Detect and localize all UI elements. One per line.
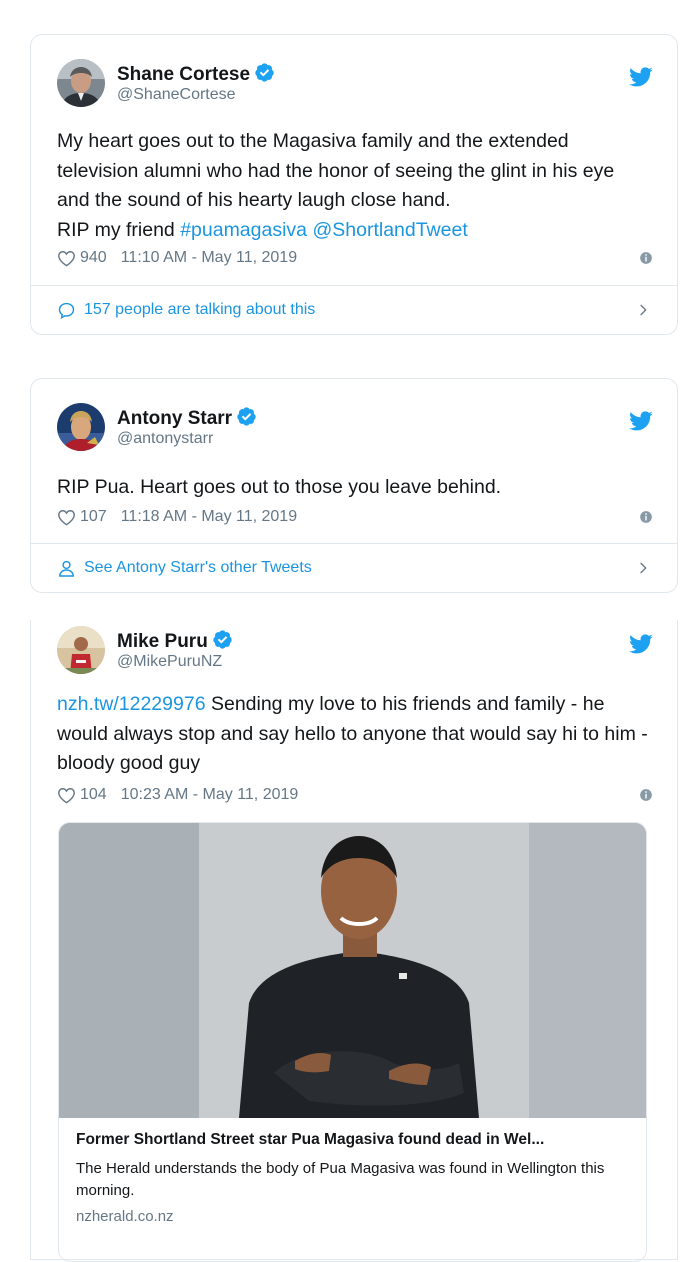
tweet-meta: 104 10:23 AM - May 11, 2019: [57, 783, 653, 807]
tweet-card[interactable]: Shane Cortese @ShaneCortese My heart goe…: [30, 34, 678, 335]
tweet-timestamp[interactable]: 11:18 AM - May 11, 2019: [121, 508, 297, 526]
avatar[interactable]: [57, 626, 105, 674]
twitter-bird-icon[interactable]: [629, 65, 653, 89]
other-tweets-link-text[interactable]: See Antony Starr's other Tweets: [84, 559, 312, 577]
conversation-link[interactable]: 157 people are talking about this: [31, 285, 677, 334]
tweet-text: My heart goes out to the Magasiva family…: [57, 127, 653, 245]
speech-bubble-icon: [57, 301, 76, 320]
tweet-timestamp[interactable]: 10:23 AM - May 11, 2019: [121, 786, 299, 804]
tweet-card[interactable]: Mike Puru @MikePuruNZ nzh.tw/12229976 Se…: [30, 620, 678, 1262]
info-icon[interactable]: [639, 788, 653, 802]
card-title[interactable]: Former Shortland Street star Pua Magasiv…: [76, 1131, 629, 1149]
other-tweets-link[interactable]: See Antony Starr's other Tweets: [31, 543, 677, 592]
tweet-text: RIP Pua. Heart goes out to those you lea…: [57, 476, 502, 498]
hashtag-link[interactable]: #puamagasiva: [180, 219, 307, 241]
tweet-text-line: RIP my friend #puamagasiva @ShortlandTwe…: [57, 216, 653, 246]
twitter-bird-icon[interactable]: [629, 632, 653, 656]
card-description: The Herald understands the body of Pua M…: [76, 1160, 605, 1199]
card-body[interactable]: Former Shortland Street star Pua Magasiv…: [76, 1131, 629, 1225]
like-count[interactable]: 940: [80, 249, 107, 267]
person-icon: [57, 559, 76, 578]
display-name[interactable]: Antony Starr: [117, 406, 257, 430]
user-handle[interactable]: @MikePuruNZ: [117, 653, 222, 671]
twitter-bird-icon[interactable]: [629, 409, 653, 433]
tweet-text-line: television alumni who had the honor of s…: [57, 159, 615, 182]
info-icon[interactable]: [639, 251, 653, 265]
article-link[interactable]: nzh.tw/12229976: [57, 693, 206, 715]
user-handle[interactable]: @antonystarr: [117, 430, 213, 448]
card-domain: nzherald.co.nz: [76, 1208, 174, 1225]
like-count[interactable]: 104: [80, 786, 107, 804]
info-icon[interactable]: [639, 510, 653, 524]
heart-icon[interactable]: [57, 508, 76, 527]
tweet-card[interactable]: Antony Starr @antonystarr RIP Pua. Heart…: [30, 378, 678, 593]
chevron-right-icon[interactable]: [635, 560, 651, 576]
heart-icon[interactable]: [57, 786, 76, 805]
tweet-text-prefix: RIP my friend: [57, 218, 181, 241]
user-handle[interactable]: @ShaneCortese: [117, 86, 236, 104]
avatar[interactable]: [57, 403, 105, 451]
verified-badge-icon: [212, 629, 233, 650]
tweet-text-line: and the sound of his hearty laugh close …: [57, 189, 451, 211]
tweet-text: nzh.tw/12229976 Sending my love to his f…: [57, 690, 653, 779]
display-name-text[interactable]: Mike Puru: [117, 631, 208, 652]
link-preview-card[interactable]: Former Shortland Street star Pua Magasiv…: [58, 822, 647, 1262]
like-count[interactable]: 107: [80, 508, 107, 526]
display-name[interactable]: Mike Puru: [117, 629, 233, 653]
conversation-link-text[interactable]: 157 people are talking about this: [84, 301, 315, 319]
tweet-text-line: My heart goes out to the Magasiva family…: [57, 130, 569, 152]
tweet-timestamp[interactable]: 11:10 AM - May 11, 2019: [121, 249, 297, 267]
tweet-meta: 940 11:10 AM - May 11, 2019: [57, 246, 653, 270]
verified-badge-icon: [236, 406, 257, 427]
chevron-right-icon[interactable]: [635, 302, 651, 318]
article-photo[interactable]: [59, 823, 646, 1118]
display-name-text[interactable]: Antony Starr: [117, 408, 232, 429]
display-name[interactable]: Shane Cortese: [117, 62, 275, 86]
mention-link[interactable]: @ShortlandTweet: [312, 219, 467, 241]
tweet-meta: 107 11:18 AM - May 11, 2019: [57, 505, 653, 529]
avatar[interactable]: [57, 59, 105, 107]
verified-badge-icon: [254, 62, 275, 83]
heart-icon[interactable]: [57, 249, 76, 268]
display-name-text[interactable]: Shane Cortese: [117, 64, 250, 85]
